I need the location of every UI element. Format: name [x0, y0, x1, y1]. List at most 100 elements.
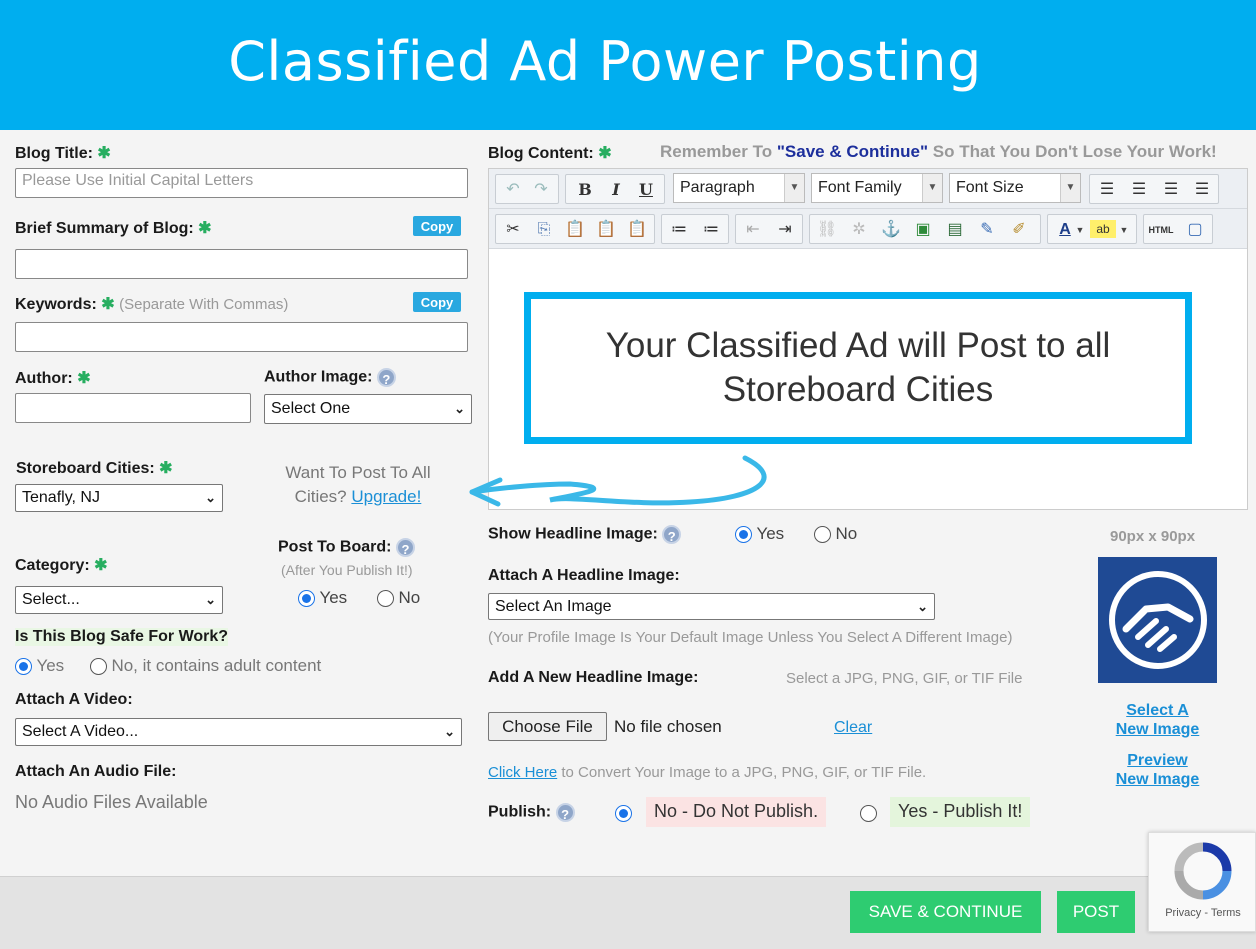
indent-icon[interactable]: ⇥ [772, 218, 798, 242]
font-family-select[interactable]: Font Family ▼ [811, 173, 943, 203]
paste-icon[interactable]: 📋 [562, 218, 588, 242]
save-continue-button[interactable]: SAVE & CONTINUE [850, 891, 1041, 933]
convert-link[interactable]: Click Here [488, 764, 557, 781]
headline-yes[interactable]: Yes [735, 524, 784, 544]
handshake-icon [1109, 571, 1207, 669]
align-right-icon[interactable]: ☰ [1158, 178, 1184, 202]
author-image-select[interactable]: Select One ⌄ [264, 394, 472, 424]
radio-selected-icon[interactable] [298, 589, 315, 607]
headline-no[interactable]: No [814, 524, 857, 544]
publish-no-radio[interactable] [615, 805, 632, 823]
cut-icon[interactable]: ✂ [500, 218, 526, 242]
indent-group: ⇤ ⇥ [735, 214, 803, 244]
image-icon[interactable]: ▣ [910, 218, 936, 242]
outdent-icon[interactable]: ⇤ [740, 218, 766, 242]
paste-text-icon[interactable]: 📋 [593, 218, 619, 242]
bullet-list-icon[interactable]: ≔ [666, 218, 692, 242]
unlink-icon[interactable]: ✲ [846, 218, 872, 242]
category-label: Category: ✱ [15, 557, 108, 574]
choose-file-button[interactable]: Choose File [488, 712, 607, 741]
blog-title-input[interactable]: Please Use Initial Capital Letters [15, 168, 468, 198]
chevron-down-icon: ⌄ [454, 401, 465, 416]
numbered-list-icon[interactable]: ≔ [698, 218, 724, 242]
bold-icon[interactable]: B [572, 178, 598, 202]
insert-group: ⛓ ✲ ⚓ ▣ ▤ ✎ ✐ [809, 214, 1041, 244]
radio-icon[interactable] [90, 657, 107, 675]
radio-selected-icon[interactable] [15, 657, 32, 675]
copy-icon[interactable]: ⎘ [531, 218, 557, 242]
copy-keywords-button[interactable]: Copy [413, 292, 461, 312]
upgrade-promo: Want To Post To All Cities? Upgrade! [285, 463, 431, 506]
fullscreen-icon[interactable]: ▢ [1182, 218, 1208, 242]
page-title: Classified Ad Power Posting [228, 30, 982, 93]
headline-image-select[interactable]: Select An Image ⌄ [488, 593, 935, 620]
radio-selected-icon[interactable] [615, 805, 632, 823]
align-left-icon[interactable]: ☰ [1094, 178, 1120, 202]
show-headline-label: Show Headline Image: ? [488, 525, 682, 544]
editor-toolbar-row-2: ✂ ⎘ 📋 📋 📋 ≔ ≔ ⇤ ⇥ ⛓ ✲ ⚓ ▣ ▤ ✎ ✐ A ▼ ab ▼ [489, 209, 1247, 249]
highlight-icon[interactable]: ab [1090, 220, 1116, 238]
align-justify-icon[interactable]: ☰ [1189, 178, 1215, 202]
recaptcha-icon [1174, 842, 1232, 900]
radio-icon[interactable] [814, 525, 831, 543]
save-reminder: Remember To "Save & Continue" So That Yo… [660, 142, 1217, 161]
author-label: Author: ✱ [15, 370, 91, 387]
recaptcha-badge[interactable]: Privacy - Terms [1148, 832, 1256, 932]
radio-selected-icon[interactable] [735, 525, 752, 543]
italic-icon[interactable]: I [603, 178, 629, 202]
redo-icon[interactable]: ↷ [528, 178, 554, 202]
keywords-input[interactable] [15, 322, 468, 352]
summary-input[interactable] [15, 249, 468, 279]
help-icon[interactable]: ? [555, 803, 575, 822]
help-icon[interactable]: ? [376, 368, 396, 387]
clean-format-icon[interactable]: ✐ [1006, 218, 1032, 242]
author-input[interactable] [15, 393, 251, 423]
media-icon[interactable]: ▤ [942, 218, 968, 242]
publish-yes-label[interactable]: Yes - Publish It! [890, 797, 1031, 827]
align-group: ☰ ☰ ☰ ☰ [1089, 174, 1219, 204]
align-center-icon[interactable]: ☰ [1126, 178, 1152, 202]
help-icon[interactable]: ? [662, 525, 682, 544]
attach-video-label: Attach A Video: [15, 691, 133, 708]
font-size-select[interactable]: Font Size ▼ [949, 173, 1081, 203]
edit-icon[interactable]: ✎ [974, 218, 1000, 242]
dropdown-arrow-icon: ▼ [1060, 174, 1080, 202]
cities-select[interactable]: Tenafly, NJ ⌄ [15, 484, 223, 512]
audio-status: No Audio Files Available [15, 792, 208, 812]
post-to-board-no[interactable]: No [377, 588, 420, 608]
post-to-board-yes[interactable]: Yes [298, 588, 347, 608]
upgrade-link[interactable]: Upgrade! [351, 487, 421, 506]
chevron-down-icon: ⌄ [205, 490, 216, 505]
recaptcha-terms[interactable]: Privacy - Terms [1149, 907, 1256, 919]
html-icon[interactable]: HTML [1148, 218, 1174, 242]
publish-no-label[interactable]: No - Do Not Publish. [646, 797, 827, 827]
safe-no[interactable]: No, it contains adult content [90, 656, 321, 676]
category-select[interactable]: Select... ⌄ [15, 586, 223, 614]
radio-icon[interactable] [860, 805, 877, 823]
safe-yes[interactable]: Yes [15, 656, 64, 676]
format-select[interactable]: Paragraph ▼ [673, 173, 805, 203]
radio-icon[interactable] [377, 589, 394, 607]
preview-new-image-link[interactable]: Preview New Image [1110, 751, 1205, 789]
clear-link[interactable]: Clear [834, 719, 872, 737]
post-button[interactable]: POST [1057, 891, 1135, 933]
video-select[interactable]: Select A Video... ⌄ [15, 718, 462, 746]
undo-icon[interactable]: ↶ [500, 178, 526, 202]
header-banner: Classified Ad Power Posting [0, 0, 1256, 130]
dropdown-arrow-icon[interactable]: ▼ [1074, 218, 1086, 242]
help-icon[interactable]: ? [395, 538, 415, 557]
anchor-icon[interactable]: ⚓ [878, 218, 904, 242]
dropdown-arrow-icon[interactable]: ▼ [1118, 218, 1130, 242]
publish-yes-radio[interactable] [860, 805, 877, 823]
copy-summary-button[interactable]: Copy [413, 216, 461, 236]
convert-line: Click Here to Convert Your Image to a JP… [488, 764, 927, 781]
required-star-icon: ✱ [598, 145, 612, 162]
image-size-hint: 90px x 90px [1110, 528, 1196, 545]
safe-for-work-label: Is This Blog Safe For Work? [15, 628, 229, 646]
author-image-label: Author Image: ? [264, 368, 396, 387]
summary-label: Brief Summary of Blog: ✱ [15, 220, 212, 237]
link-icon[interactable]: ⛓ [814, 218, 840, 242]
select-new-image-link[interactable]: Select A New Image [1110, 701, 1205, 739]
paste-word-icon[interactable]: 📋 [624, 218, 650, 242]
underline-icon[interactable]: U [633, 178, 659, 202]
